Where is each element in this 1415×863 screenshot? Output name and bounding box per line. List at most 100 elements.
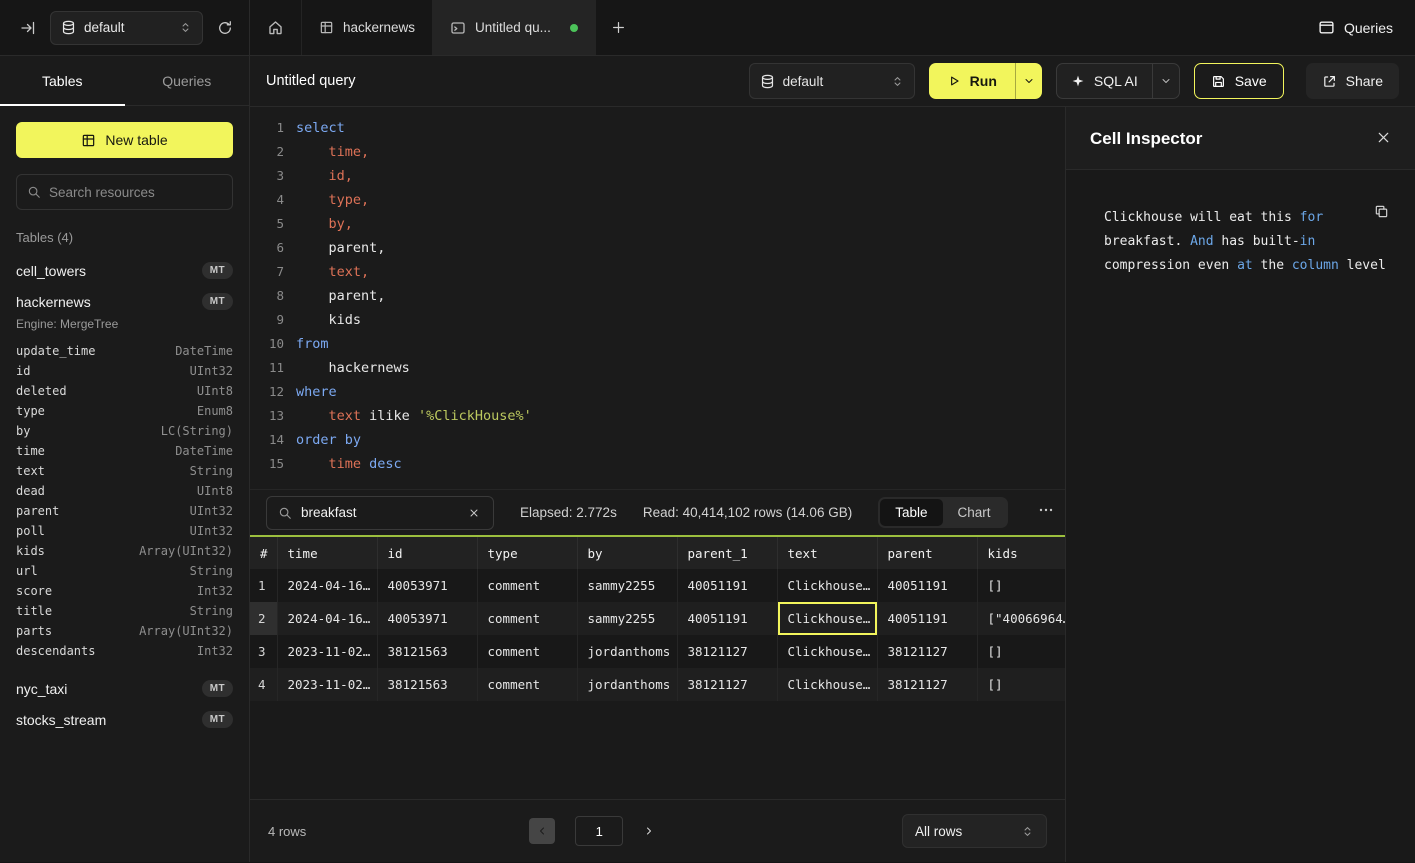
tab-hackernews[interactable]: hackernews [302, 0, 433, 55]
code-line[interactable]: 5 by, [250, 212, 1065, 236]
code-line[interactable]: 6 parent, [250, 236, 1065, 260]
code-line[interactable]: 10from [250, 332, 1065, 356]
sidebar-table-stocks-stream[interactable]: stocks_stream MT [0, 704, 249, 735]
table-cell[interactable]: Clickhouse… [777, 602, 877, 635]
new-tab-button[interactable] [596, 0, 642, 55]
code-line[interactable]: 15 time desc [250, 452, 1065, 476]
table-cell[interactable]: 2024-04-16… [277, 569, 377, 602]
table-cell[interactable]: 38121127 [677, 635, 777, 668]
share-button[interactable]: Share [1306, 63, 1399, 99]
table-cell[interactable]: comment [477, 569, 577, 602]
table-cell[interactable]: 40051191 [877, 569, 977, 602]
schema-column-row[interactable]: idUInt32 [16, 361, 233, 381]
code-line[interactable]: 3 id, [250, 164, 1065, 188]
code-line[interactable]: 12where [250, 380, 1065, 404]
table-cell[interactable]: Clickhouse… [777, 668, 877, 701]
code-line[interactable]: 7 text, [250, 260, 1065, 284]
table-cell[interactable]: 40051191 [677, 602, 777, 635]
schema-column-row[interactable]: partsArray(UInt32) [16, 621, 233, 641]
queries-button[interactable]: Queries [1318, 19, 1393, 36]
table-cell[interactable]: [] [977, 668, 1065, 701]
table-cell[interactable]: Clickhouse… [777, 569, 877, 602]
column-header[interactable]: parent_1 [677, 537, 777, 569]
code-line[interactable]: 4 type, [250, 188, 1065, 212]
clear-search-button[interactable] [466, 505, 482, 521]
schema-column-row[interactable]: descendantsInt32 [16, 641, 233, 661]
column-header[interactable]: type [477, 537, 577, 569]
table-cell[interactable]: comment [477, 635, 577, 668]
column-header[interactable]: # [250, 537, 277, 569]
page-size-selector[interactable]: All rows [902, 814, 1047, 848]
table-cell[interactable]: 38121563 [377, 668, 477, 701]
table-cell[interactable]: 40053971 [377, 569, 477, 602]
page-number-input[interactable] [575, 816, 623, 846]
refresh-button[interactable] [215, 18, 235, 38]
run-options-caret[interactable] [1016, 63, 1042, 99]
sql-ai-button[interactable]: SQL AI [1056, 63, 1180, 99]
schema-column-row[interactable]: deletedUInt8 [16, 381, 233, 401]
table-cell[interactable]: 38121127 [677, 668, 777, 701]
sql-ai-caret[interactable] [1153, 64, 1179, 98]
view-toggle-chart[interactable]: Chart [943, 499, 1006, 526]
table-cell[interactable]: 2023-11-02… [277, 668, 377, 701]
previous-page-button[interactable] [529, 818, 555, 844]
code-line[interactable]: 1select [250, 116, 1065, 140]
table-cell[interactable]: 38121127 [877, 635, 977, 668]
schema-column-row[interactable]: parentUInt32 [16, 501, 233, 521]
code-line[interactable]: 9 kids [250, 308, 1065, 332]
table-cell[interactable]: comment [477, 668, 577, 701]
sidebar-table-cell-towers[interactable]: cell_towers MT [0, 255, 249, 286]
code-line[interactable]: 11 hackernews [250, 356, 1065, 380]
table-cell[interactable]: 38121563 [377, 635, 477, 668]
sidebar-table-hackernews[interactable]: hackernews MT [0, 286, 249, 317]
code-line[interactable]: 13 text ilike '%ClickHouse%' [250, 404, 1065, 428]
view-toggle-table[interactable]: Table [880, 499, 942, 526]
sidebar-table-nyc-taxi[interactable]: nyc_taxi MT [0, 673, 249, 704]
column-header[interactable]: text [777, 537, 877, 569]
schema-column-row[interactable]: byLC(String) [16, 421, 233, 441]
code-line[interactable]: 14order by [250, 428, 1065, 452]
schema-column-row[interactable]: textString [16, 461, 233, 481]
tab-home[interactable] [250, 0, 302, 55]
schema-column-row[interactable]: scoreInt32 [16, 581, 233, 601]
schema-column-row[interactable]: titleString [16, 601, 233, 621]
table-cell[interactable]: ["40066964… [977, 602, 1065, 635]
more-options-button[interactable] [1034, 502, 1058, 523]
save-button[interactable]: Save [1194, 63, 1284, 99]
row-number-cell[interactable]: 2 [250, 602, 277, 635]
table-cell[interactable]: jordanthoms [577, 668, 677, 701]
tab-untitled-query[interactable]: Untitled qu... [433, 0, 596, 55]
results-search-input[interactable] [301, 505, 457, 520]
copy-cell-value-button[interactable] [1374, 204, 1389, 223]
table-cell[interactable]: comment [477, 602, 577, 635]
table-cell[interactable]: [] [977, 569, 1065, 602]
row-number-cell[interactable]: 1 [250, 569, 277, 602]
new-table-button[interactable]: New table [16, 122, 233, 158]
schema-column-row[interactable]: deadUInt8 [16, 481, 233, 501]
schema-column-row[interactable]: pollUInt32 [16, 521, 233, 541]
table-cell[interactable]: 40051191 [677, 569, 777, 602]
sidebar-search-input[interactable] [49, 185, 222, 200]
close-inspector-button[interactable] [1376, 130, 1391, 148]
sql-editor[interactable]: 1select2 time,3 id,4 type,5 by,6 parent,… [250, 107, 1065, 489]
table-cell[interactable]: sammy2255 [577, 569, 677, 602]
sidebar-tab-queries[interactable]: Queries [125, 56, 250, 105]
column-header[interactable]: time [277, 537, 377, 569]
schema-column-row[interactable]: urlString [16, 561, 233, 581]
row-number-cell[interactable]: 3 [250, 635, 277, 668]
row-number-cell[interactable]: 4 [250, 668, 277, 701]
topbar-database-selector[interactable]: default [50, 11, 203, 45]
table-cell[interactable]: 2023-11-02… [277, 635, 377, 668]
table-cell[interactable]: sammy2255 [577, 602, 677, 635]
column-header[interactable]: id [377, 537, 477, 569]
table-cell[interactable]: jordanthoms [577, 635, 677, 668]
schema-column-row[interactable]: kidsArray(UInt32) [16, 541, 233, 561]
collapse-sidebar-button[interactable] [18, 18, 38, 38]
schema-column-row[interactable]: update_timeDateTime [16, 341, 233, 361]
table-cell[interactable]: 2024-04-16… [277, 602, 377, 635]
sidebar-tab-tables[interactable]: Tables [0, 56, 125, 105]
table-cell[interactable]: 40053971 [377, 602, 477, 635]
column-header[interactable]: parent [877, 537, 977, 569]
run-button[interactable]: Run [929, 63, 1042, 99]
schema-column-row[interactable]: typeEnum8 [16, 401, 233, 421]
